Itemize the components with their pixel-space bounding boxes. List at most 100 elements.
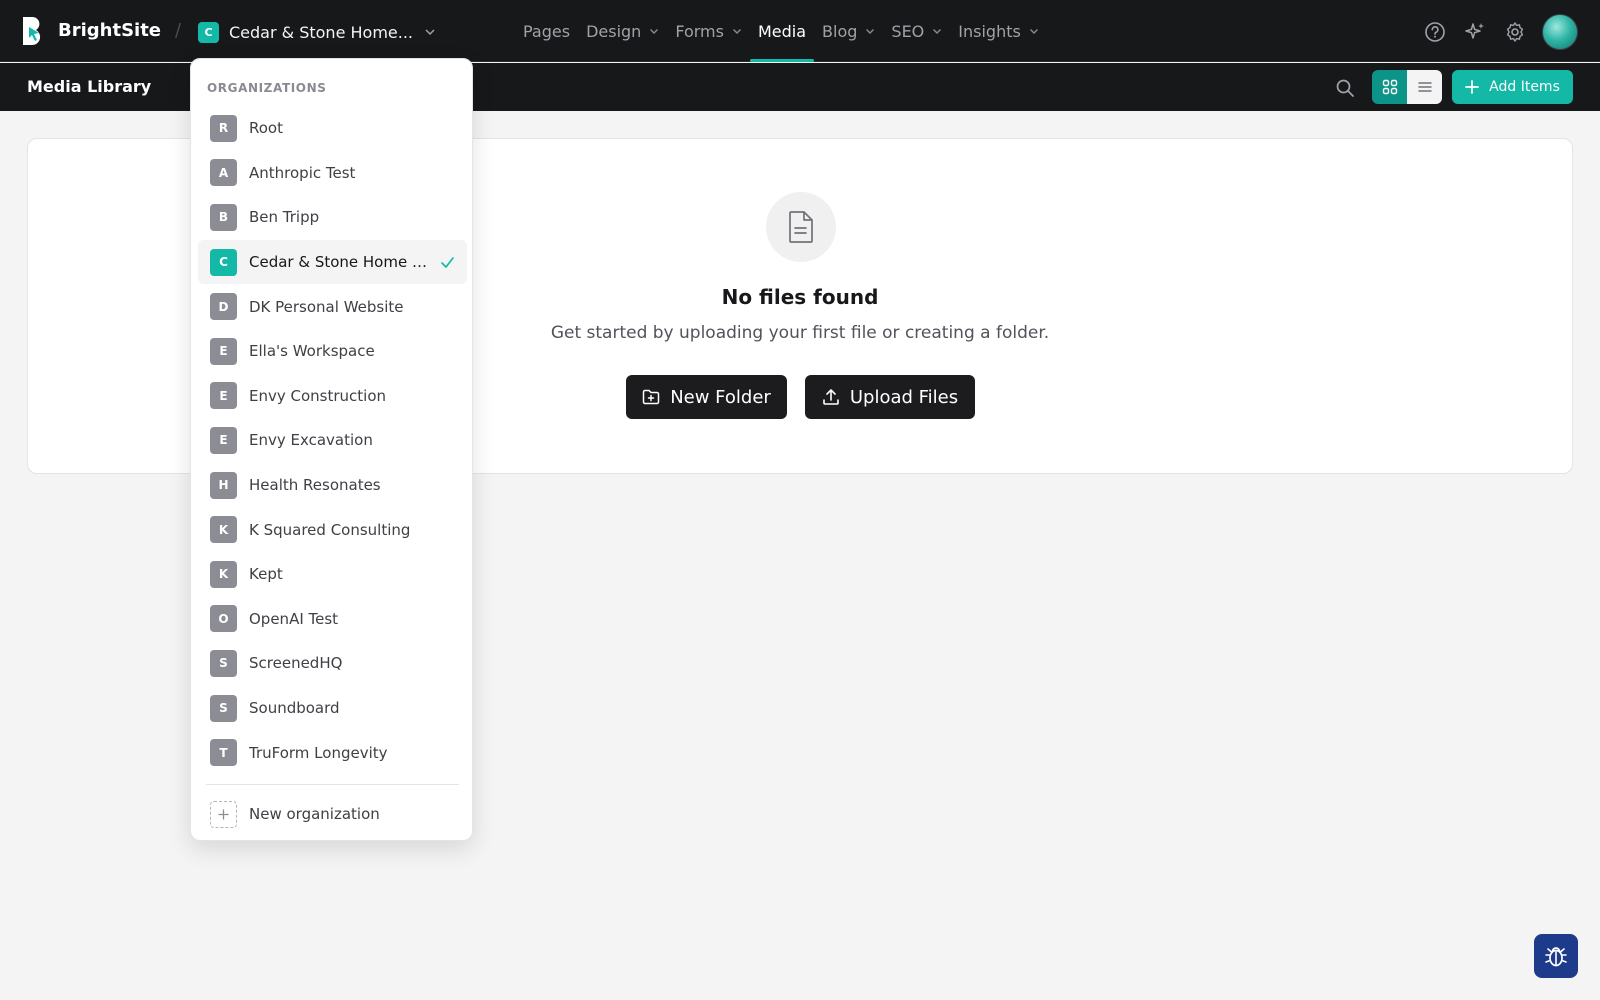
org-initial-badge: H	[210, 471, 237, 499]
header-actions	[1412, 14, 1578, 50]
bug-icon	[1545, 947, 1567, 967]
org-item-label: K Squared Consulting	[249, 520, 411, 539]
nav-item-label: Pages	[523, 21, 571, 41]
top-bar: BrightSite / C Cedar & Stone Home... Pag…	[0, 0, 1600, 62]
new-folder-button[interactable]: New Folder	[626, 375, 787, 419]
org-item-label: TruForm Longevity	[249, 743, 388, 762]
chevron-down-icon	[650, 29, 659, 34]
view-toggle	[1372, 70, 1442, 104]
sparkles-icon[interactable]	[1458, 15, 1492, 49]
bug-report-button[interactable]	[1534, 934, 1578, 978]
org-item[interactable]: O OpenAI Test	[198, 597, 467, 642]
org-item[interactable]: S ScreenedHQ	[198, 641, 467, 686]
nav-item-label: Forms	[675, 21, 724, 41]
grid-view-button[interactable]	[1372, 70, 1407, 104]
breadcrumb-separator: /	[175, 20, 182, 41]
org-item-label: Cedar & Stone Home S...	[249, 253, 429, 272]
org-initial-badge: T	[210, 739, 237, 767]
folder-plus-icon	[642, 389, 660, 405]
empty-state-subtitle: Get started by uploading your first file…	[550, 323, 1050, 343]
nav-item-media[interactable]: Media	[749, 0, 815, 62]
org-item[interactable]: T TruForm Longevity	[198, 730, 467, 775]
org-item-label: Anthropic Test	[249, 163, 356, 182]
org-item-label: Envy Excavation	[249, 431, 373, 450]
search-icon[interactable]	[1330, 73, 1360, 103]
nav-item-seo[interactable]: SEO	[883, 0, 950, 62]
upload-files-label: Upload Files	[849, 386, 959, 408]
plus-icon	[210, 800, 237, 828]
grid-icon	[1382, 79, 1397, 95]
org-item[interactable]: H Health Resonates	[198, 463, 467, 508]
org-item[interactable]: K Kept	[198, 552, 467, 597]
nav-item-label: Media	[757, 21, 807, 41]
org-item[interactable]: B Ben Tripp	[198, 195, 467, 240]
document-icon	[766, 192, 836, 262]
upload-icon	[823, 389, 839, 405]
list-icon	[1417, 82, 1432, 92]
org-item[interactable]: D DK Personal Website	[198, 284, 467, 329]
org-initial-badge: B	[210, 203, 237, 231]
chevron-down-icon	[866, 29, 875, 34]
org-badge: C	[198, 21, 219, 43]
new-organization-label: New organization	[249, 805, 380, 823]
main-nav: Pages Design Forms Media Blog SEO Insights	[515, 0, 1047, 62]
org-switcher[interactable]: C Cedar & Stone Home...	[198, 19, 435, 45]
brightsite-logo[interactable]	[20, 15, 46, 47]
divider	[206, 784, 459, 785]
org-item[interactable]: E Envy Excavation	[198, 418, 467, 463]
add-items-button[interactable]: Add Items	[1452, 70, 1573, 104]
org-initial-badge: K	[210, 560, 237, 588]
org-item[interactable]: E Envy Construction	[198, 374, 467, 419]
avatar[interactable]	[1542, 14, 1578, 50]
org-initial-badge: D	[210, 293, 237, 321]
org-item-label: Health Resonates	[249, 476, 381, 495]
org-item[interactable]: R Root	[198, 106, 467, 151]
nav-item-design[interactable]: Design	[578, 0, 667, 62]
org-item-label: OpenAI Test	[249, 609, 339, 628]
upload-files-button[interactable]: Upload Files	[805, 375, 975, 419]
org-initial-badge: A	[210, 159, 237, 187]
org-item-label: Ben Tripp	[249, 208, 320, 227]
nav-item-forms[interactable]: Forms	[667, 0, 750, 62]
list-view-button[interactable]	[1407, 70, 1442, 104]
new-folder-label: New Folder	[670, 386, 771, 408]
page-title: Media Library	[27, 77, 152, 96]
org-item-label: ScreenedHQ	[249, 654, 343, 673]
nav-item-label: SEO	[891, 21, 925, 41]
help-icon[interactable]	[1418, 15, 1452, 49]
org-item-label: Kept	[249, 565, 283, 584]
org-item[interactable]: C Cedar & Stone Home S...	[198, 239, 467, 285]
nav-item-pages[interactable]: Pages	[515, 0, 578, 62]
org-initial-badge: R	[210, 114, 237, 142]
nav-item-insights[interactable]: Insights	[950, 0, 1047, 62]
org-item[interactable]: A Anthropic Test	[198, 151, 467, 196]
empty-state-title: No files found	[721, 285, 879, 309]
add-items-label: Add Items	[1489, 79, 1560, 95]
org-item[interactable]: S Soundboard	[198, 686, 467, 731]
org-item[interactable]: K K Squared Consulting	[198, 507, 467, 552]
plus-icon	[1465, 80, 1480, 94]
nav-item-label: Design	[586, 21, 642, 41]
org-item-label: DK Personal Website	[249, 297, 404, 316]
chevron-down-icon	[1029, 29, 1038, 34]
org-initial-badge: O	[210, 605, 237, 633]
org-item[interactable]: E Ella's Workspace	[198, 329, 467, 374]
org-item-label: Soundboard	[249, 699, 340, 718]
org-initial-badge: K	[210, 516, 237, 544]
org-list: R Root A Anthropic Test B Ben Tripp C Cedar & S…	[198, 106, 467, 775]
gear-icon[interactable]	[1498, 15, 1532, 49]
org-item-label: Root	[249, 119, 283, 138]
org-initial-badge: E	[210, 337, 237, 365]
chevron-down-icon	[425, 29, 435, 36]
org-initial-badge: C	[210, 248, 237, 276]
org-initial-badge: E	[210, 426, 237, 454]
check-icon	[441, 256, 454, 268]
brand-name[interactable]: BrightSite	[58, 20, 161, 41]
new-organization-button[interactable]: New organization	[198, 793, 467, 835]
nav-item-blog[interactable]: Blog	[814, 0, 883, 62]
org-initial-badge: S	[210, 649, 237, 677]
current-org-name: Cedar & Stone Home...	[229, 22, 413, 42]
org-dropdown-heading: ORGANIZATIONS	[207, 81, 327, 95]
nav-item-label: Insights	[958, 21, 1021, 41]
org-initial-badge: E	[210, 382, 237, 410]
